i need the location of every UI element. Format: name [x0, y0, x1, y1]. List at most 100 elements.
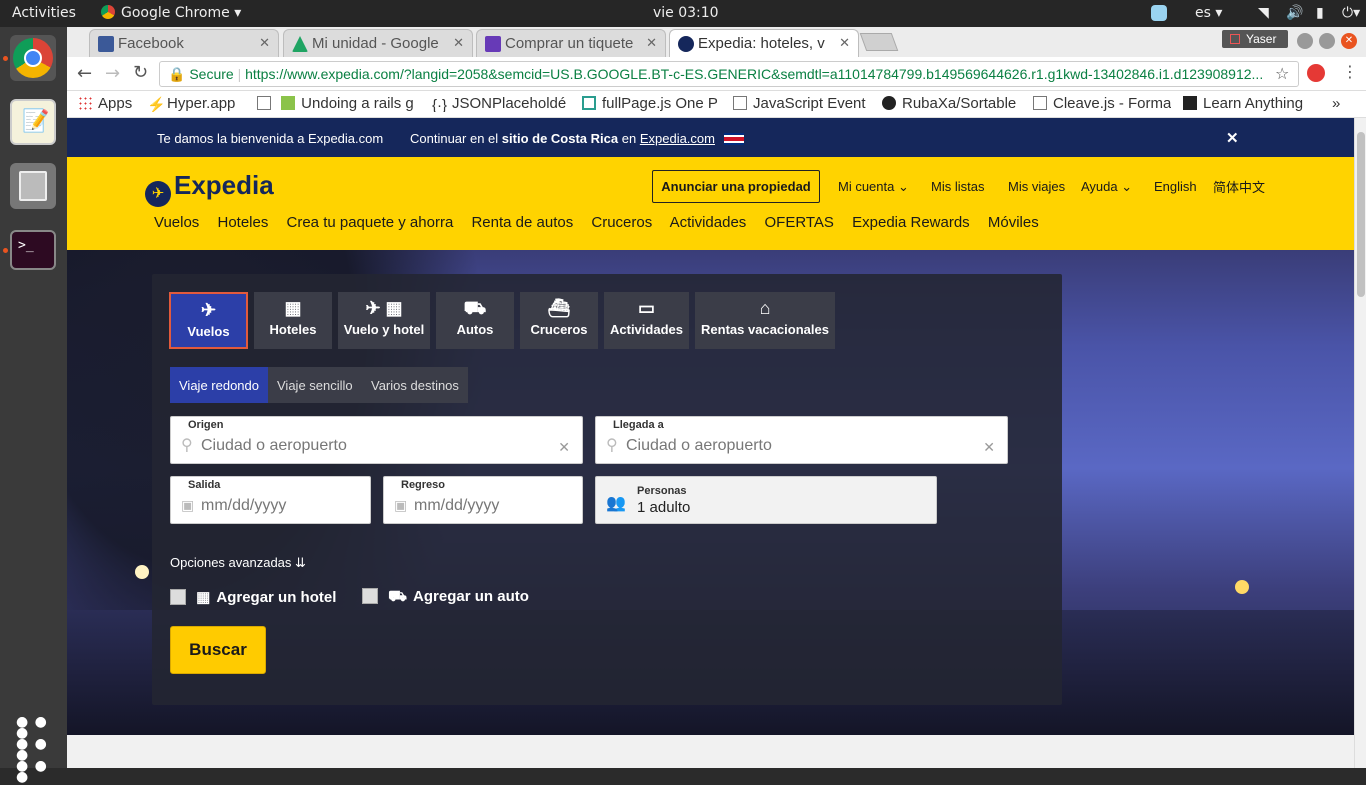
- tab-google-drive[interactable]: Mi unidad - Google ✕: [283, 29, 473, 57]
- depart-date-field[interactable]: Salida ▣ mm/dd/yyyy: [170, 476, 371, 524]
- nav-renta-autos[interactable]: Renta de autos: [471, 214, 573, 231]
- bookmarks-overflow-icon[interactable]: »: [1332, 95, 1340, 112]
- maximize-button[interactable]: [1319, 33, 1335, 49]
- terminal-launcher[interactable]: >_: [10, 230, 56, 270]
- chinese-link[interactable]: 简体中文: [1213, 177, 1265, 196]
- bookmark-apps[interactable]: Apps: [78, 95, 132, 112]
- bookmarks-bar: Apps ⚡Hyper.app Undoing a rails g {·} JSO…: [67, 91, 1366, 118]
- building-icon: ▦: [284, 298, 302, 318]
- tab-label: Expedia: hoteles, v: [698, 35, 825, 52]
- files-launcher[interactable]: [10, 163, 56, 209]
- terminal-icon: >_: [18, 238, 34, 253]
- bookmark-fullpage[interactable]: fullPage.js One P: [582, 95, 720, 112]
- close-window-button[interactable]: ✕: [1341, 33, 1357, 49]
- chevron-down-icon: ▾: [1215, 5, 1223, 21]
- travelers-field[interactable]: 👥 Personas 1 adulto: [595, 476, 937, 524]
- close-icon[interactable]: ✕: [646, 35, 657, 51]
- page-scrollbar[interactable]: [1354, 118, 1366, 768]
- extension-icon[interactable]: [1307, 64, 1325, 82]
- back-arrow-icon[interactable]: ←: [77, 63, 92, 84]
- volume-icon[interactable]: 🔊: [1286, 5, 1303, 21]
- language-indicator[interactable]: es ▾: [1195, 5, 1222, 21]
- tab-cars[interactable]: ⛟ Autos: [436, 292, 514, 349]
- nav-paquetes[interactable]: Crea tu paquete y ahorra: [287, 214, 454, 231]
- star-icon[interactable]: ☆: [1275, 64, 1289, 83]
- profile-button[interactable]: Yaser: [1222, 30, 1288, 48]
- car-icon: ⛟: [388, 588, 408, 605]
- add-hotel-checkbox[interactable]: [170, 589, 186, 605]
- text-editor-launcher[interactable]: 📝: [10, 99, 56, 145]
- wifi-icon[interactable]: ◥: [1258, 5, 1269, 21]
- account-menu[interactable]: Mi cuenta ⌄: [838, 179, 909, 195]
- minimize-button[interactable]: [1297, 33, 1313, 49]
- nav-vuelos[interactable]: Vuelos: [154, 214, 199, 231]
- bookmark-cleave[interactable]: Cleave.js - Forma: [1033, 95, 1171, 112]
- skype-tray-icon[interactable]: [1151, 5, 1167, 21]
- bookmark-hyper[interactable]: ⚡Hyper.app: [147, 95, 235, 112]
- nav-cruceros[interactable]: Cruceros: [591, 214, 652, 231]
- tab-expedia[interactable]: Expedia: hoteles, v ✕: [669, 29, 859, 57]
- reload-icon[interactable]: ↻: [133, 62, 148, 83]
- bookmark-learn-anything[interactable]: Learn Anything: [1183, 95, 1303, 112]
- advanced-options-toggle[interactable]: Opciones avanzadas ⇊: [170, 555, 306, 571]
- new-tab-button[interactable]: [859, 33, 899, 51]
- nav-actividades[interactable]: Actividades: [670, 214, 747, 231]
- clock[interactable]: vie 03:10: [653, 5, 719, 21]
- search-button[interactable]: Buscar: [170, 626, 266, 674]
- close-icon[interactable]: ✕: [453, 35, 464, 51]
- add-car-option[interactable]: ⛟ Agregar un auto: [362, 588, 529, 607]
- people-icon: 👥: [606, 495, 626, 512]
- close-icon[interactable]: ✕: [259, 35, 270, 51]
- tab-facebook[interactable]: Facebook ✕: [89, 29, 279, 57]
- nav-moviles[interactable]: Móviles: [988, 214, 1039, 231]
- subtab-multi-city[interactable]: Varios destinos: [362, 367, 468, 403]
- chrome-menu-icon[interactable]: ⋮: [1342, 62, 1358, 81]
- continue-link[interactable]: Expedia.com: [640, 131, 715, 146]
- forward-arrow-icon[interactable]: →: [105, 63, 120, 84]
- tab-cruises[interactable]: ⛴ Cruceros: [520, 292, 598, 349]
- origin-field[interactable]: Origen ⚲ Ciudad o aeropuerto ✕: [170, 416, 583, 464]
- tab-flight-hotel[interactable]: ✈ ▦ Vuelo y hotel: [338, 292, 430, 349]
- show-apps-grid-icon[interactable]: ● ● ● ● ● ● ● ● ●: [16, 715, 48, 784]
- nav-ofertas[interactable]: OFERTAS: [764, 214, 833, 231]
- return-date-field[interactable]: Regreso ▣ mm/dd/yyyy: [383, 476, 583, 524]
- tab-hotels[interactable]: ▦ Hoteles: [254, 292, 332, 349]
- subtab-round-trip[interactable]: Viaje redondo: [170, 367, 268, 403]
- tab-activities[interactable]: ▭ Actividades: [604, 292, 689, 349]
- account-label: Mi cuenta: [838, 179, 895, 194]
- pier-lamp: [135, 565, 149, 579]
- clear-icon[interactable]: ✕: [558, 439, 570, 456]
- bookmark-sortable[interactable]: RubaXa/Sortable: [882, 95, 1021, 112]
- bookmark-javascript-event[interactable]: JavaScript Event: [733, 95, 871, 112]
- bookmark-undoing-rails[interactable]: Undoing a rails g: [257, 95, 420, 112]
- chrome-launcher[interactable]: [10, 35, 56, 81]
- list-property-button[interactable]: Anunciar una propiedad: [652, 170, 820, 203]
- close-banner-icon[interactable]: ✕: [1226, 129, 1239, 147]
- tab-vacation-rentals[interactable]: ⌂ Rentas vacacionales: [695, 292, 835, 349]
- my-trips-link[interactable]: Mis viajes: [1008, 179, 1065, 194]
- power-icon[interactable]: ⏻▾: [1342, 5, 1360, 21]
- chrome-app-menu[interactable]: Google Chrome ▾: [101, 5, 241, 21]
- nav-hoteles[interactable]: Hoteles: [217, 214, 268, 231]
- page-icon: [1033, 96, 1047, 110]
- add-car-checkbox[interactable]: [362, 588, 378, 604]
- help-menu[interactable]: Ayuda ⌄: [1081, 179, 1132, 195]
- my-lists-link[interactable]: Mis listas: [931, 179, 984, 194]
- activities-button[interactable]: Activities: [12, 5, 76, 21]
- tab-flights[interactable]: ✈ Vuelos: [169, 292, 248, 349]
- english-link[interactable]: English: [1154, 179, 1197, 194]
- expedia-logo[interactable]: ✈ Expedia: [145, 170, 274, 207]
- pier-lamp: [1235, 580, 1249, 594]
- tab-google-forms[interactable]: Comprar un tiquete ✕: [476, 29, 666, 57]
- scrollbar-thumb[interactable]: [1357, 132, 1365, 297]
- bookmark-jsonplaceholder[interactable]: {·} JSONPlaceholdé: [432, 95, 570, 112]
- subtab-one-way[interactable]: Viaje sencillo: [268, 367, 362, 403]
- clear-icon[interactable]: ✕: [983, 439, 995, 456]
- destination-field[interactable]: Llegada a ⚲ Ciudad o aeropuerto ✕: [595, 416, 1008, 464]
- nav-rewards[interactable]: Expedia Rewards: [852, 214, 970, 231]
- battery-icon[interactable]: ▮: [1316, 5, 1324, 21]
- add-hotel-option[interactable]: ▦ Agregar un hotel: [170, 588, 336, 606]
- app-name: Google Chrome: [121, 5, 230, 21]
- address-bar[interactable]: 🔒 Secure | https://www.expedia.com/?lang…: [159, 61, 1299, 87]
- close-icon[interactable]: ✕: [839, 35, 850, 51]
